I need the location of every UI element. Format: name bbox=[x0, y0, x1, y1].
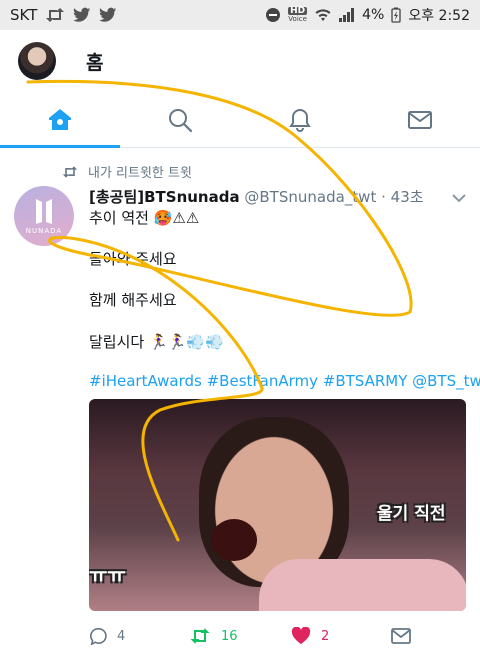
tab-search[interactable] bbox=[120, 92, 240, 147]
tab-messages[interactable] bbox=[360, 92, 480, 147]
bts-logo-icon bbox=[35, 197, 53, 225]
battery-label: 4% bbox=[362, 7, 385, 23]
tweet-timestamp: · 43초 bbox=[381, 188, 424, 206]
tweet-menu-caret[interactable] bbox=[451, 188, 467, 207]
tweet-actions: 4 16 2 bbox=[89, 624, 419, 648]
tweet-author-avatar[interactable]: NUNADA bbox=[14, 186, 74, 246]
retweet-context: 내가 리트윗한 트윗 bbox=[62, 162, 192, 181]
retweet-icon bbox=[190, 628, 210, 644]
app-header: 홈 bbox=[0, 30, 480, 92]
tab-notifications[interactable] bbox=[240, 92, 360, 147]
tweet-text-line: 달립시다 🏃‍♀️🏃‍♀️💨💨 bbox=[89, 333, 224, 351]
carrier-label: SKT bbox=[10, 6, 38, 24]
media-shirt bbox=[259, 559, 466, 611]
tweet-media-image[interactable]: 울기 직전 ㅠㅠ bbox=[89, 399, 466, 611]
tab-home[interactable] bbox=[0, 92, 120, 148]
tweet-text-line: 함께 해주세요 bbox=[89, 291, 177, 309]
retweet-button[interactable]: 16 bbox=[189, 628, 238, 644]
retweet-icon bbox=[62, 165, 78, 178]
dnd-icon bbox=[265, 7, 281, 23]
reply-icon bbox=[89, 627, 107, 645]
bell-icon bbox=[289, 108, 311, 132]
battery-charging-icon bbox=[391, 7, 401, 23]
display-name[interactable]: [총공팀]BTSnunada bbox=[89, 188, 240, 206]
media-caption-right: 울기 직전 bbox=[377, 504, 446, 524]
media-mouth bbox=[211, 519, 257, 561]
twitter-notification-icon bbox=[73, 7, 91, 23]
profile-avatar[interactable] bbox=[18, 42, 56, 80]
retweet-notification-icon bbox=[45, 7, 65, 23]
tweet-hashtags[interactable]: #iHeartAwards #BestFanArmy #BTSARMY @BTS… bbox=[89, 372, 480, 390]
retweet-count: 16 bbox=[221, 628, 238, 644]
home-icon bbox=[49, 108, 71, 130]
search-icon bbox=[169, 108, 193, 132]
like-count: 2 bbox=[321, 628, 330, 644]
mail-icon bbox=[408, 110, 432, 129]
avatar-logo-text: NUNADA bbox=[25, 227, 63, 235]
mail-icon bbox=[391, 628, 411, 644]
clock-label: 오후 2:52 bbox=[408, 8, 470, 24]
tweet-text-line: 추이 역전 🥵⚠⚠ bbox=[89, 209, 200, 227]
chevron-down-icon bbox=[452, 194, 466, 203]
reply-button[interactable]: 4 bbox=[89, 627, 125, 645]
direct-message-button[interactable] bbox=[391, 628, 411, 644]
user-handle[interactable]: @BTSnunada_twt bbox=[244, 188, 376, 206]
wifi-icon bbox=[314, 8, 332, 22]
tweet-text-line: 돌아와 주세요 bbox=[89, 250, 177, 268]
twitter-notification-icon bbox=[99, 7, 117, 23]
reply-count: 4 bbox=[117, 628, 126, 644]
status-bar: SKT HD Voice 4% 오후 2:52 bbox=[0, 0, 480, 30]
tab-bar bbox=[0, 92, 480, 148]
media-caption-left: ㅠㅠ bbox=[89, 563, 126, 587]
heart-icon bbox=[291, 627, 311, 644]
like-button[interactable]: 2 bbox=[291, 627, 329, 645]
signal-icon bbox=[339, 8, 355, 22]
tweet-author: [총공팀]BTSnunada @BTSnunada_twt · 43초 bbox=[89, 186, 424, 207]
page-title: 홈 bbox=[86, 51, 104, 74]
retweet-context-label: 내가 리트윗한 트윗 bbox=[88, 166, 192, 181]
hd-voice-badge: HD Voice bbox=[288, 6, 308, 23]
